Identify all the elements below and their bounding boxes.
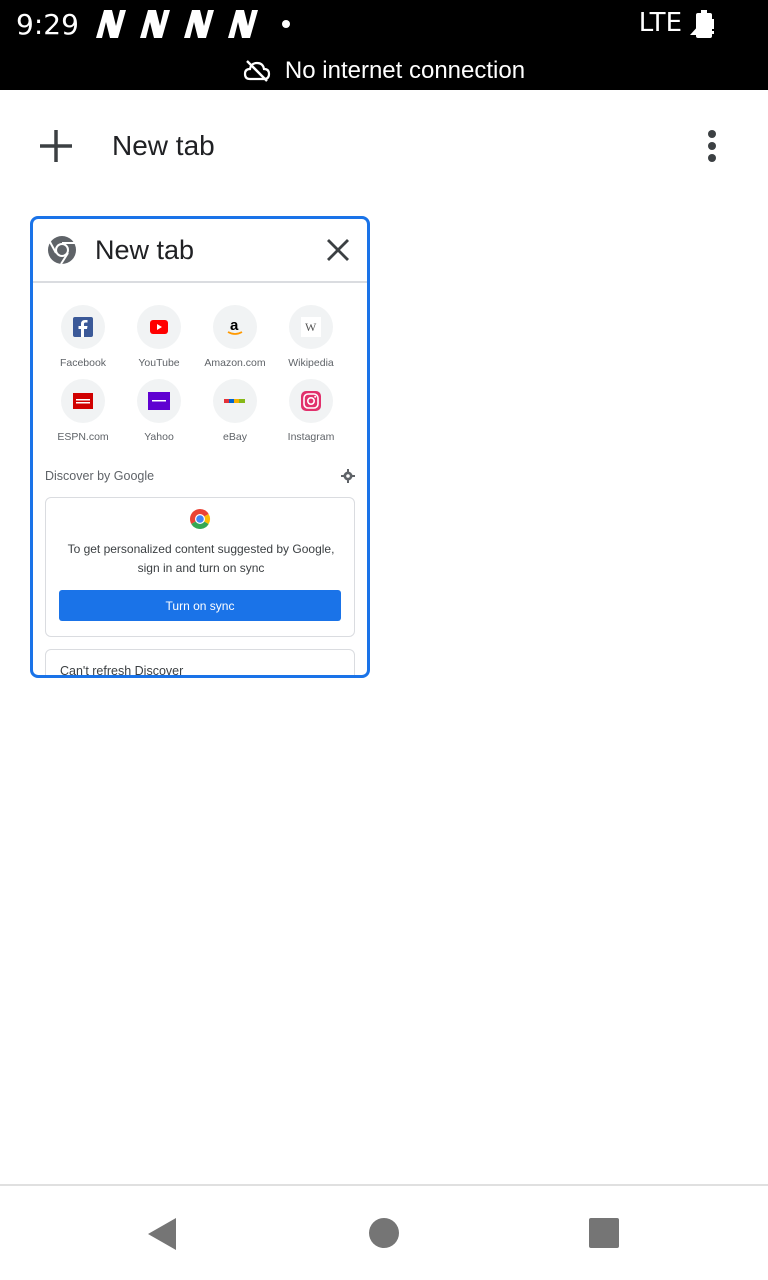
menu-dot: [708, 142, 716, 150]
shortcut-label: Yahoo: [144, 431, 174, 443]
menu-dot: [708, 154, 716, 162]
shortcut-tile: [213, 379, 257, 423]
facebook-icon: [73, 317, 93, 337]
notification-icons: [92, 8, 290, 40]
back-icon[interactable]: [146, 1216, 178, 1252]
shortcut-tile: [137, 305, 181, 349]
offline-message: No internet connection: [284, 57, 526, 84]
shortcut-label: Facebook: [59, 357, 107, 369]
battery-icon: [696, 10, 712, 38]
shortcut-wikipedia[interactable]: W Wikipedia: [271, 305, 351, 369]
n-icon: [184, 10, 214, 38]
cloud-off-icon: [243, 60, 271, 82]
tab-card-header: New tab: [33, 219, 367, 283]
recents-button[interactable]: [589, 1218, 619, 1248]
status-time: 9:29: [16, 8, 79, 41]
amazon-icon: a: [227, 317, 243, 335]
espn-icon: [73, 393, 93, 409]
shortcut-label: Amazon.com: [204, 357, 266, 369]
more-options-button[interactable]: [696, 124, 728, 168]
plus-icon: [40, 130, 72, 162]
shortcut-label: ESPN.com: [57, 431, 109, 443]
refresh-message: Can't refresh Discover: [60, 664, 184, 678]
shortcut-ebay[interactable]: eBay: [195, 379, 275, 443]
n-icon: [140, 10, 170, 38]
shortcut-facebook[interactable]: Facebook: [43, 305, 123, 369]
svg-text:a: a: [230, 317, 239, 334]
wikipedia-icon: W: [301, 317, 321, 337]
instagram-icon: [301, 391, 321, 411]
shortcut-label: eBay: [223, 431, 247, 443]
tab-switcher-toolbar: New tab: [0, 90, 768, 204]
n-icon: [96, 10, 126, 38]
shortcut-tile: [289, 379, 333, 423]
shortcut-label: YouTube: [138, 357, 180, 369]
shortcut-label: Instagram: [287, 431, 335, 443]
shortcut-label: Wikipedia: [288, 357, 334, 369]
ebay-icon: [224, 399, 245, 403]
network-type: LTE: [638, 8, 682, 38]
shortcut-amazon[interactable]: a Amazon.com: [195, 305, 275, 369]
shortcut-youtube[interactable]: YouTube: [119, 305, 199, 369]
shortcut-tile: W: [289, 305, 333, 349]
home-button[interactable]: [369, 1218, 399, 1248]
offline-banner: No internet connection: [0, 54, 768, 88]
shortcut-tile: a: [213, 305, 257, 349]
chrome-icon: [48, 236, 76, 265]
sync-message: To get personalized content suggested by…: [67, 542, 335, 575]
gear-icon[interactable]: [341, 469, 355, 483]
status-bar: 9:29 LTE No internet connection: [0, 0, 768, 90]
tab-card-title: New tab: [95, 235, 195, 265]
yahoo-icon: [148, 392, 170, 410]
shortcut-tile: [137, 379, 181, 423]
menu-dot: [708, 130, 716, 138]
close-icon[interactable]: [325, 237, 351, 263]
shortcut-instagram[interactable]: Instagram: [271, 379, 351, 443]
shortcut-espn[interactable]: ESPN.com: [43, 379, 123, 443]
new-tab-label: New tab: [112, 130, 215, 161]
discover-heading: Discover by Google: [45, 469, 155, 483]
shortcut-tile: [61, 305, 105, 349]
sync-promo-card: To get personalized content suggested by…: [45, 497, 355, 637]
tab-card[interactable]: New tab Facebook YouTube a Amazon.com W …: [30, 216, 370, 678]
n-icon: [228, 10, 258, 38]
more-notifications-dot: [282, 20, 290, 28]
refresh-card: Can't refresh Discover: [45, 649, 355, 678]
youtube-icon: [150, 320, 168, 334]
turn-on-sync-button[interactable]: Turn on sync: [59, 590, 341, 621]
shortcut-tile: [61, 379, 105, 423]
navigation-bar: [0, 1184, 768, 1280]
chrome-logo-icon: [190, 509, 210, 529]
svg-text:W: W: [305, 320, 317, 334]
shortcut-yahoo[interactable]: Yahoo: [119, 379, 199, 443]
new-tab-button[interactable]: New tab: [30, 116, 215, 176]
